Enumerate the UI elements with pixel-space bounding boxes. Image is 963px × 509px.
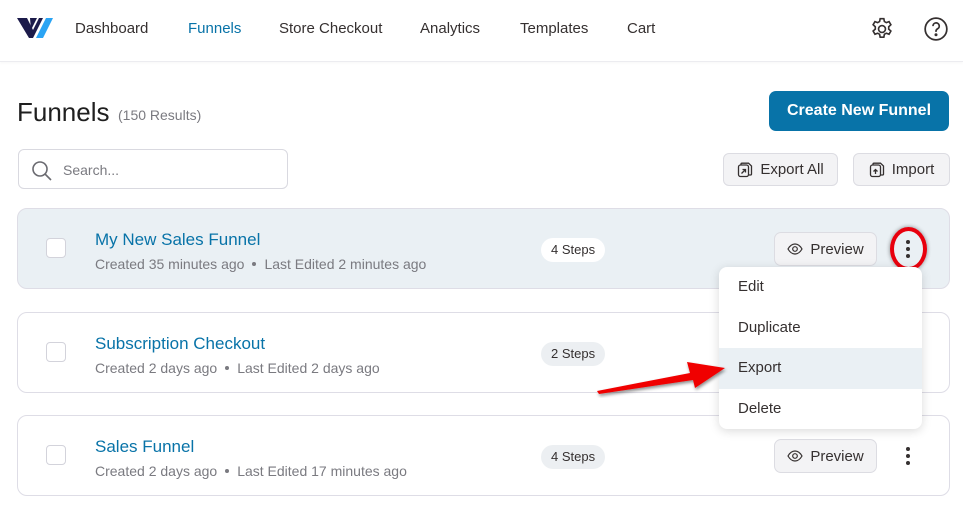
nav-cart[interactable]: Cart <box>627 20 655 37</box>
more-options-icon[interactable] <box>898 236 918 262</box>
nav-analytics[interactable]: Analytics <box>420 20 480 37</box>
funnel-meta: Created 35 minutes ago Last Edited 2 minu… <box>95 256 426 272</box>
help-icon[interactable] <box>923 16 949 42</box>
menu-item-duplicate[interactable]: Duplicate <box>719 308 922 349</box>
more-options-icon[interactable] <box>898 443 918 469</box>
import-label: Import <box>891 161 935 178</box>
menu-item-delete[interactable]: Delete <box>719 389 922 430</box>
export-all-label: Export All <box>760 161 824 178</box>
funnel-meta: Created 2 days ago Last Edited 17 minutes… <box>95 463 407 479</box>
edited-time: Last Edited 17 minutes ago <box>237 463 407 479</box>
edited-time: Last Edited 2 minutes ago <box>264 256 427 272</box>
steps-badge: 4 Steps <box>541 445 606 469</box>
import-file-icon <box>869 162 884 177</box>
preview-label: Preview <box>810 240 864 258</box>
create-new-funnel-button[interactable]: Create New Funnel <box>769 91 949 131</box>
preview-button[interactable]: Preview <box>774 439 877 473</box>
row-actions-menu: Edit Duplicate Export Delete <box>719 267 922 429</box>
search-box <box>18 149 288 189</box>
eye-icon <box>787 243 804 255</box>
row-checkbox[interactable] <box>46 238 66 258</box>
funnel-title[interactable]: My New Sales Funnel <box>95 230 260 250</box>
result-count: (150 Results) <box>118 107 202 123</box>
page-title: Funnels <box>17 97 110 127</box>
export-file-icon <box>738 162 753 177</box>
funnel-meta: Created 2 days ago Last Edited 2 days ago <box>95 360 380 376</box>
separator-dot <box>225 469 230 474</box>
search-icon <box>32 161 52 181</box>
export-all-button[interactable]: Export All <box>723 153 838 186</box>
nav-funnels[interactable]: Funnels <box>188 20 241 37</box>
steps-badge: 2 Steps <box>541 342 606 366</box>
nav-store-checkout[interactable]: Store Checkout <box>279 20 382 37</box>
gear-icon[interactable] <box>869 16 895 42</box>
funnel-title[interactable]: Sales Funnel <box>95 437 194 457</box>
menu-item-export[interactable]: Export <box>719 348 922 389</box>
separator-dot <box>252 262 257 267</box>
separator-dot <box>225 366 230 371</box>
row-checkbox[interactable] <box>46 342 66 362</box>
funnel-title[interactable]: Subscription Checkout <box>95 334 265 354</box>
top-navigation: Dashboard Funnels Store Checkout Analyti… <box>0 0 963 62</box>
search-input[interactable] <box>63 158 273 182</box>
nav-templates[interactable]: Templates <box>520 20 588 37</box>
brand-logo[interactable] <box>17 16 55 40</box>
created-time: Created 35 minutes ago <box>95 256 245 272</box>
eye-icon <box>787 450 804 462</box>
edited-time: Last Edited 2 days ago <box>237 360 380 376</box>
preview-button[interactable]: Preview <box>774 232 877 266</box>
import-button[interactable]: Import <box>853 153 950 186</box>
menu-item-edit[interactable]: Edit <box>719 267 922 308</box>
created-time: Created 2 days ago <box>95 360 218 376</box>
nav-dashboard[interactable]: Dashboard <box>75 20 148 37</box>
row-checkbox[interactable] <box>46 445 66 465</box>
preview-label: Preview <box>810 447 864 465</box>
steps-badge: 4 Steps <box>541 238 606 262</box>
created-time: Created 2 days ago <box>95 463 218 479</box>
